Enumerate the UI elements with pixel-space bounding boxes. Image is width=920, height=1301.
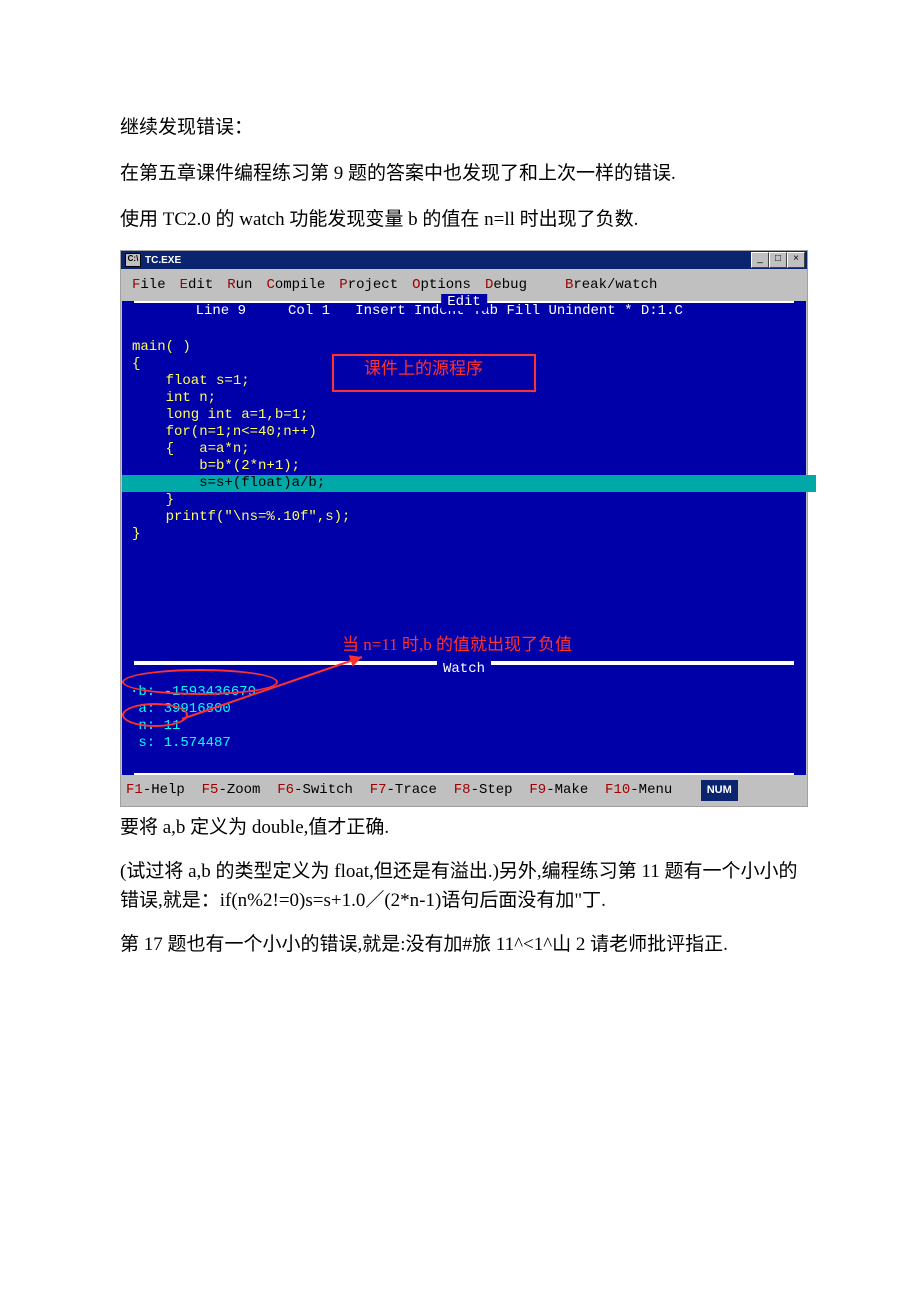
- app-icon: C:\: [125, 253, 141, 267]
- menu-project[interactable]: Project: [339, 272, 398, 299]
- menu-debug[interactable]: Debug: [485, 272, 527, 299]
- window-titlebar[interactable]: C:\ TC.EXE _ □ ×: [121, 251, 807, 269]
- paragraph: (试过将 a,b 的类型定义为 float,但还是有溢出.)另外,编程练习第 1…: [120, 857, 810, 916]
- tc-window: C:\ TC.EXE _ □ × File Edit Run Compile P…: [120, 250, 808, 807]
- menu-compile[interactable]: Compile: [266, 272, 325, 299]
- paragraph: 在第五章课件编程练习第 9 题的答案中也发现了和上次一样的错误.: [120, 156, 810, 192]
- menu-edit[interactable]: Edit: [180, 272, 214, 299]
- code-line-highlight: s=s+(float)a/b;: [122, 475, 816, 492]
- menu-file[interactable]: File: [132, 272, 166, 299]
- fkey-make[interactable]: F9-Make: [529, 782, 588, 798]
- editor-code: main( ) { float s=1; int n; long int a=1…: [122, 322, 806, 632]
- numlock-indicator: NUM: [701, 780, 738, 801]
- code-line: }: [132, 526, 140, 542]
- code-line: printf("\ns=%.10f",s);: [132, 509, 350, 525]
- function-key-bar: F1-Help F5-Zoom F6-Switch F7-Trace F8-St…: [122, 775, 806, 806]
- fkey-zoom[interactable]: F5-Zoom: [202, 782, 261, 798]
- code-line: for(n=1;n<=40;n++): [132, 424, 317, 440]
- close-button[interactable]: ×: [787, 252, 805, 268]
- code-line: main( ): [132, 339, 191, 355]
- code-line: long int a=1,b=1;: [132, 407, 308, 423]
- watch-line-s: s: 1.574487: [130, 735, 231, 751]
- fkey-help[interactable]: F1-Help: [126, 782, 185, 798]
- code-line: {: [132, 356, 140, 372]
- annotation-text-negative: 当 n=11 时,b 的值就出现了负值: [342, 636, 920, 653]
- annotation-text-source: 课件上的源程序: [364, 360, 483, 377]
- editor-pane: Edit Line 9 Col 1 Insert Indent Tab Fill…: [122, 301, 806, 663]
- fkey-switch[interactable]: F6-Switch: [277, 782, 353, 798]
- menu-run[interactable]: Run: [227, 272, 252, 299]
- paragraph: 第 17 题也有一个小小的错误,就是:没有加#旅 11^<1^山 2 请老师批评…: [120, 930, 810, 959]
- watch-frame-title: Watch: [437, 656, 491, 683]
- fkey-menu[interactable]: F10-Menu: [605, 782, 672, 798]
- minimize-button[interactable]: _: [751, 252, 769, 268]
- tc-body: File Edit Run Compile Project Options De…: [121, 269, 807, 806]
- menu-breakwatch[interactable]: Break/watch: [565, 272, 657, 299]
- window-title: TC.EXE: [145, 251, 181, 270]
- editor-frame-title: Edit: [441, 294, 487, 311]
- fkey-trace[interactable]: F7-Trace: [370, 782, 437, 798]
- code-line: { a=a*n;: [132, 441, 250, 457]
- code-line: int n;: [132, 390, 216, 406]
- annotation-arrow-icon: [162, 651, 372, 723]
- code-line: }: [132, 492, 174, 508]
- paragraph: 继续发现错误：: [120, 110, 810, 146]
- maximize-button[interactable]: □: [769, 252, 787, 268]
- fkey-step[interactable]: F8-Step: [454, 782, 513, 798]
- paragraph: 使用 TC2.0 的 watch 功能发现变量 b 的值在 n=ll 时出现了负…: [120, 202, 810, 238]
- document-page: 继续发现错误： 在第五章课件编程练习第 9 题的答案中也发现了和上次一样的错误.…: [0, 0, 920, 1033]
- code-line: float s=1;: [132, 373, 250, 389]
- code-line: b=b*(2*n+1);: [132, 458, 300, 474]
- paragraph: 要将 a,b 定义为 double,值才正确.: [120, 813, 810, 842]
